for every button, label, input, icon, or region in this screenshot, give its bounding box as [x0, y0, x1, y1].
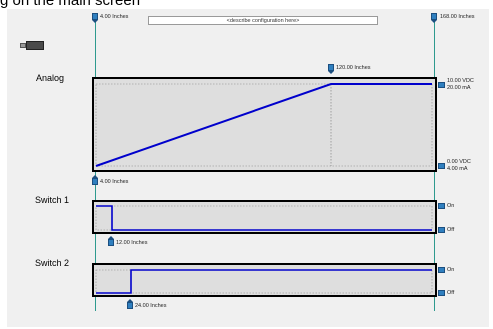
analog-signal-line: [95, 83, 432, 167]
switch1-signal-line: [96, 205, 432, 231]
switch1-plot-area: [95, 205, 433, 231]
signal-traces: [95, 83, 433, 294]
switch2-signal-line: [96, 269, 432, 294]
switch2-plot-area: [95, 269, 433, 294]
analog-plot-area: [95, 83, 433, 167]
